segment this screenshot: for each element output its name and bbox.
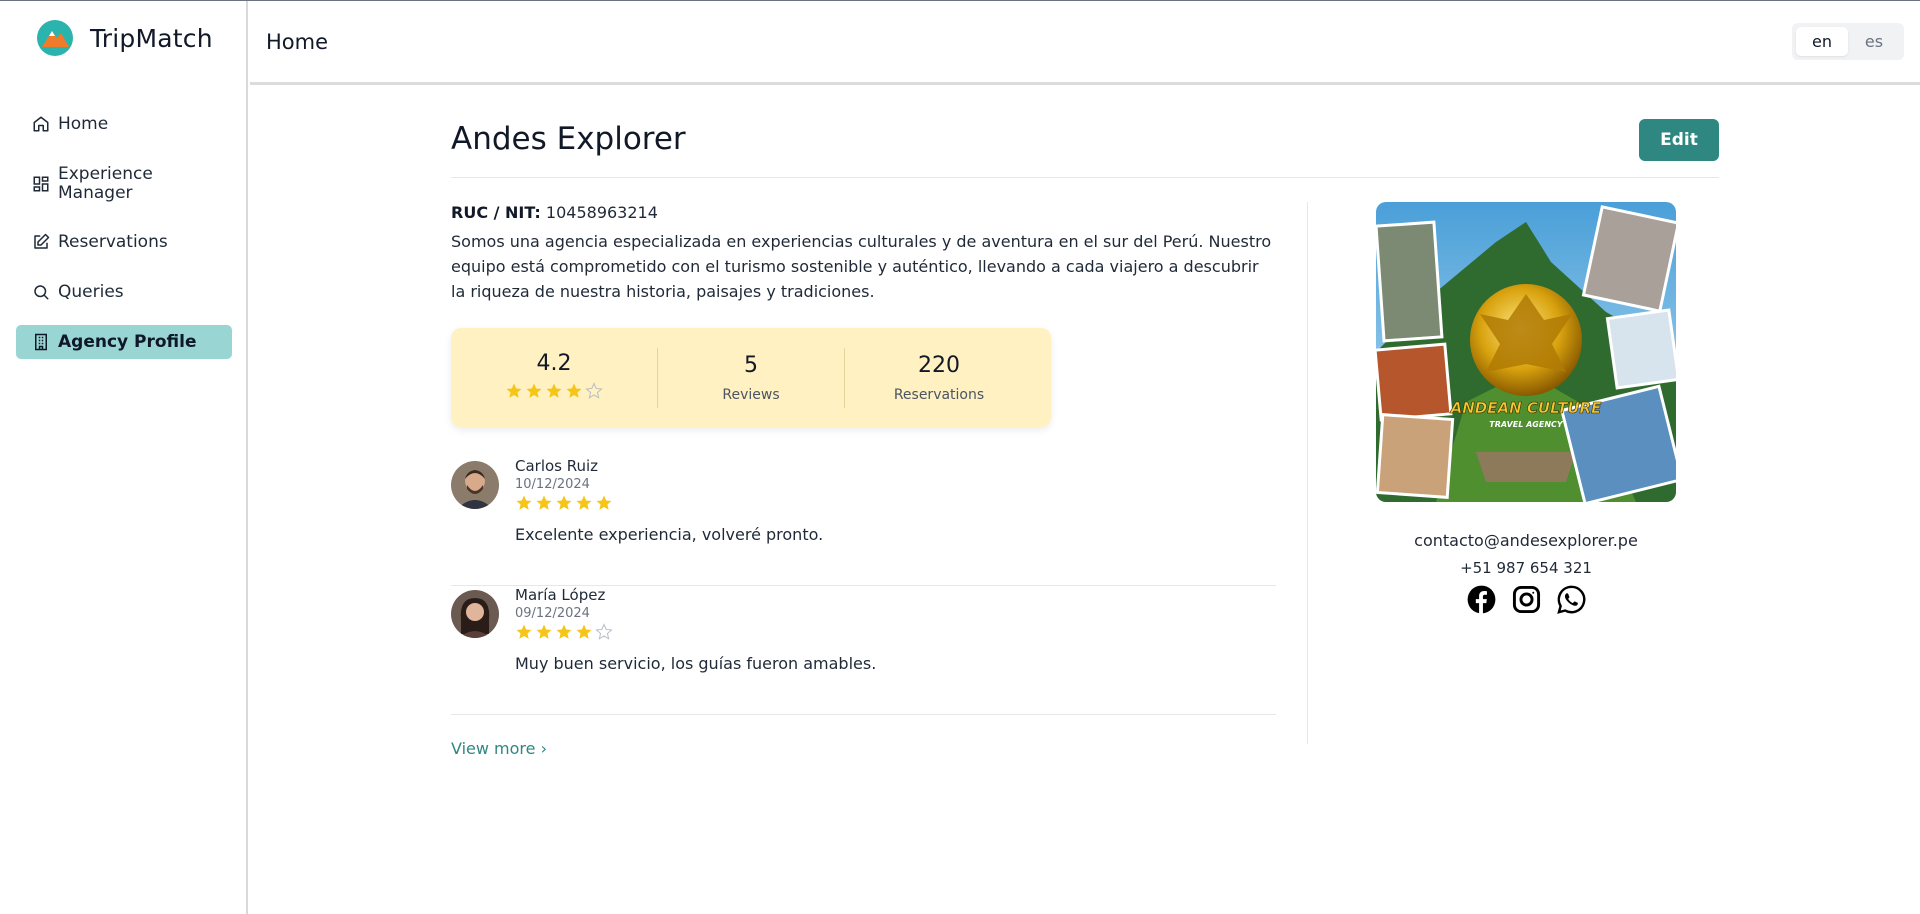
language-en-button[interactable]: en: [1796, 27, 1848, 56]
image-subcaption: TRAVEL AGENCY: [1489, 420, 1564, 429]
star-filled-icon: [516, 495, 532, 510]
review-stars: [515, 623, 876, 641]
edit-icon: [32, 233, 50, 251]
sidebar-item-agency-profile[interactable]: Agency Profile: [16, 325, 232, 359]
sidebar-item-label: Home: [58, 114, 109, 134]
brand-name: TripMatch: [90, 23, 213, 53]
review-text: Excelente experiencia, volveré pronto.: [515, 525, 824, 544]
reviewer-name: Carlos Ruiz: [515, 457, 599, 475]
sidebar-item-queries[interactable]: Queries: [16, 275, 232, 309]
sidebar-item-reservations[interactable]: Reservations: [16, 225, 232, 259]
sidebar: TripMatch Home Experience Manager Reserv…: [0, 1, 248, 914]
star-filled-icon: [546, 383, 562, 398]
reviewer-name: María López: [515, 586, 606, 604]
rating-value: 4.2: [536, 351, 572, 376]
star-empty-icon: [595, 623, 613, 640]
instagram-icon[interactable]: [1512, 585, 1541, 614]
review-item: María López 09/12/2024 Muy buen servicio…: [451, 586, 1276, 715]
agency-side-panel: ANDEAN CULTURE TRAVEL AGENCY contacto@an…: [1376, 202, 1676, 614]
review-text: Muy buen servicio, los guías fueron amab…: [515, 654, 877, 673]
reviews-count: 5: [744, 352, 758, 378]
column-divider: [1307, 202, 1308, 744]
sidebar-item-label: Experience Manager: [58, 164, 153, 203]
agency-image: ANDEAN CULTURE TRAVEL AGENCY: [1376, 202, 1676, 502]
review-body: María López 09/12/2024 Muy buen servicio…: [515, 586, 876, 673]
grid-icon: [32, 175, 50, 193]
search-icon: [32, 283, 50, 301]
star-filled-icon: [536, 624, 552, 639]
star-filled-icon: [526, 383, 542, 398]
reservations-count: 220: [918, 352, 960, 378]
star-filled-icon: [566, 383, 582, 398]
brand[interactable]: TripMatch: [36, 19, 213, 57]
home-icon: [32, 115, 50, 133]
ruc-value: 10458963214: [545, 203, 658, 222]
star-filled-icon: [556, 495, 572, 510]
whatsapp-icon[interactable]: [1556, 585, 1586, 614]
sidebar-item-experience-manager[interactable]: Experience Manager: [16, 159, 232, 209]
edit-button[interactable]: Edit: [1639, 119, 1719, 161]
reviews-stat: 5 Reviews: [658, 353, 844, 403]
avatar: [451, 590, 499, 638]
social-links: [1376, 585, 1676, 614]
profile-details: RUC / NIT: 10458963214 Somos una agencia…: [451, 178, 1276, 758]
review-item: Carlos Ruiz 10/12/2024 Excelente experie…: [451, 457, 1276, 586]
review-body: Carlos Ruiz 10/12/2024 Excelente experie…: [515, 457, 823, 544]
review-date: 09/12/2024: [515, 606, 590, 621]
sidebar-nav: Home Experience Manager Reservations Que…: [16, 107, 232, 359]
review-stars: [515, 494, 823, 512]
star-filled-icon: [596, 495, 612, 510]
ruc-label: RUC / NIT:: [451, 203, 541, 222]
sidebar-item-label: Agency Profile: [58, 332, 197, 352]
star-filled-icon: [536, 495, 552, 510]
review-date: 10/12/2024: [515, 477, 590, 492]
sidebar-item-label: Queries: [58, 282, 124, 302]
header-title: Home: [266, 30, 329, 54]
profile-title-row: Andes Explorer Edit: [451, 119, 1719, 178]
star-empty-icon: [585, 382, 603, 399]
app-root: TripMatch Home Experience Manager Reserv…: [0, 0, 1920, 914]
agency-name: Andes Explorer: [451, 121, 686, 157]
profile-content: RUC / NIT: 10458963214 Somos una agencia…: [451, 178, 1719, 758]
star-filled-icon: [506, 383, 522, 398]
language-es-button[interactable]: es: [1848, 27, 1900, 56]
language-switcher: en es: [1792, 23, 1904, 60]
star-filled-icon: [516, 624, 532, 639]
reviews-label: Reviews: [722, 386, 780, 403]
top-header: Home en es: [250, 1, 1920, 85]
reservations-label: Reservations: [893, 386, 985, 403]
rating-stars: [505, 382, 603, 400]
contact-email[interactable]: contacto@andesexplorer.pe: [1376, 531, 1676, 550]
main-content: Andes Explorer Edit RUC / NIT: 104589632…: [451, 119, 1719, 758]
stats-card: 4.2 5 Reviews 220 Reservations: [451, 328, 1051, 427]
agency-description: Somos una agencia especializada en exper…: [451, 232, 1272, 301]
ruc-line: RUC / NIT: 10458963214: [451, 203, 1276, 222]
star-filled-icon: [576, 495, 592, 510]
reviews-list: Carlos Ruiz 10/12/2024 Excelente experie…: [451, 457, 1276, 715]
sidebar-item-home[interactable]: Home: [16, 107, 232, 141]
avatar: [451, 461, 499, 509]
sidebar-item-label: Reservations: [58, 232, 168, 252]
view-more-link[interactable]: View more ›: [451, 739, 547, 758]
facebook-icon[interactable]: [1467, 585, 1496, 614]
star-filled-icon: [556, 624, 572, 639]
contact-phone[interactable]: +51 987 654 321: [1376, 559, 1676, 577]
rating-stat: 4.2: [451, 351, 657, 404]
building-icon: [32, 333, 50, 351]
tripmatch-logo-icon: [37, 20, 73, 56]
image-caption: ANDEAN CULTURE: [1450, 399, 1602, 417]
reservations-stat: 220 Reservations: [845, 353, 1033, 403]
star-filled-icon: [576, 624, 592, 639]
